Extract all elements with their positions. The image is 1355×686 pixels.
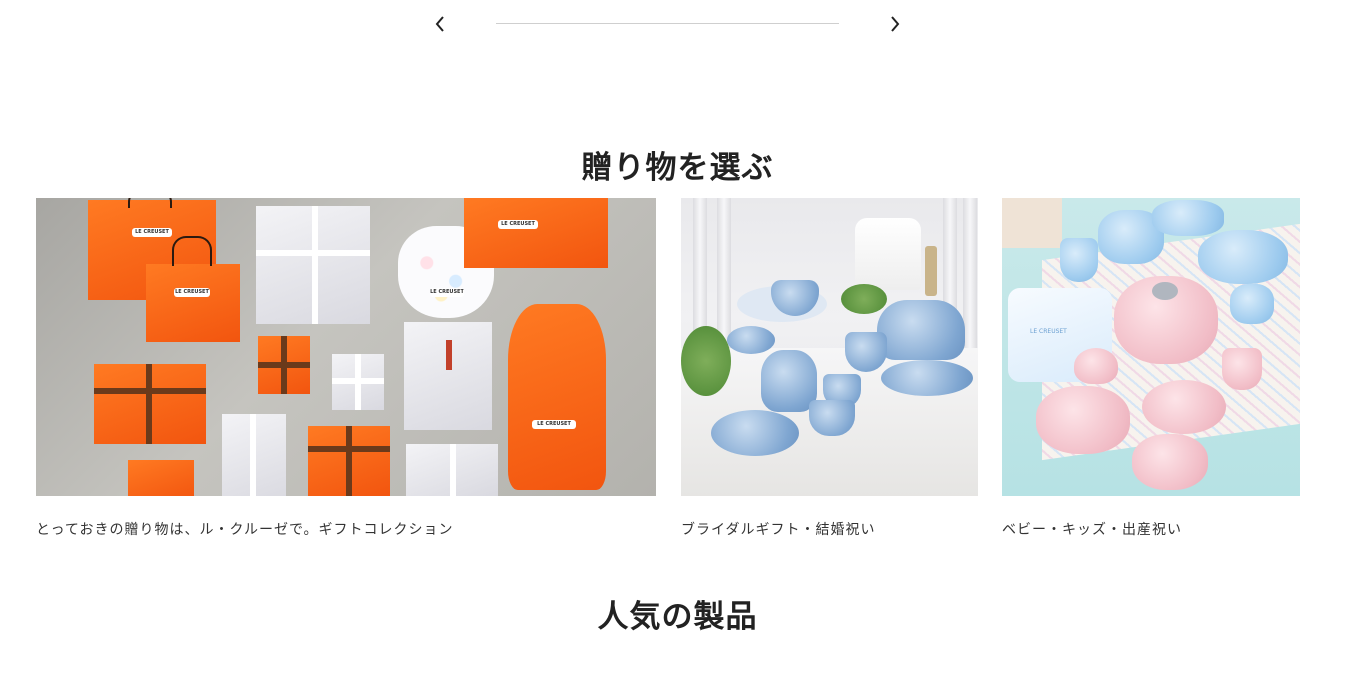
brand-tag: LE CREUSET [132,228,172,237]
gift-section-title: 贈り物を選ぶ [581,150,774,186]
bridal-gift-caption: ブライダルギフト・結婚祝い [681,522,876,538]
gift-card-bridal[interactable]: ブライダルギフト・結婚祝い [681,198,978,539]
carousel-prev-button[interactable] [428,10,452,38]
chevron-right-icon [891,16,900,32]
carousel-controls [0,10,1355,38]
bib-brand-label: LE CREUSET [1030,328,1067,335]
carousel-progress-track[interactable] [496,23,839,24]
brand-tag: LE CREUSET [532,420,576,429]
gift-card-baby[interactable]: LE CREUSET ベビー・キッズ・出産祝い [1002,198,1300,539]
gift-collection-image: LE CREUSET LE CREUSET LE CREUSET LE CREU… [36,198,656,496]
chevron-left-icon [435,16,444,32]
brand-tag: LE CREUSET [498,220,538,229]
carousel-next-button[interactable] [883,10,907,38]
brand-tag: LE CREUSET [174,288,210,297]
bridal-gift-image [681,198,978,496]
popular-section-title: 人気の製品 [597,599,758,635]
baby-kids-image: LE CREUSET [1002,198,1300,496]
gift-card-collection[interactable]: LE CREUSET LE CREUSET LE CREUSET LE CREU… [36,198,656,539]
baby-kids-caption: ベビー・キッズ・出産祝い [1002,522,1182,538]
brand-tag: LE CREUSET [430,288,464,297]
gift-collection-caption: とっておきの贈り物は、ル・クルーゼで。ギフトコレクション [36,522,454,538]
